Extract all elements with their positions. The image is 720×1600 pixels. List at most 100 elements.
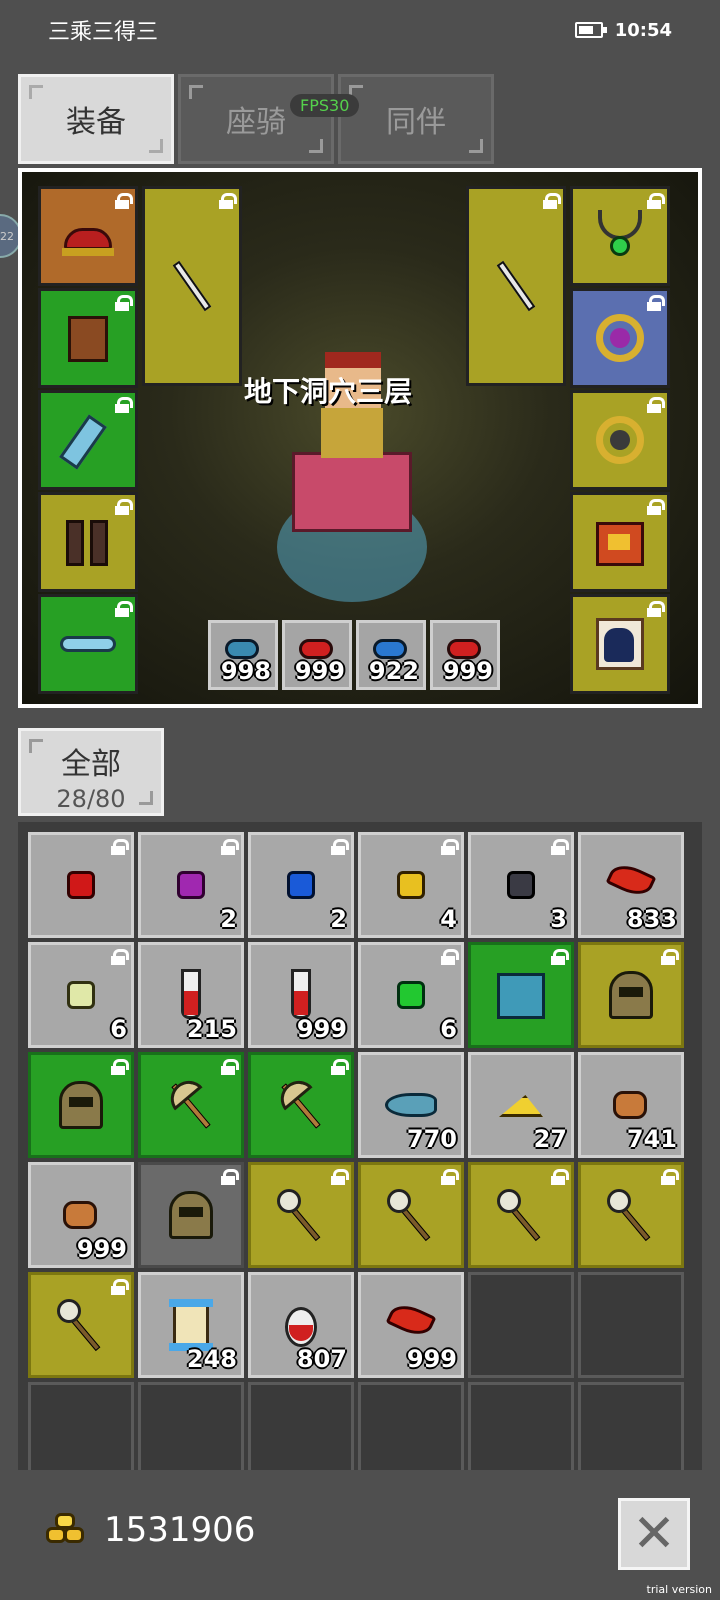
purple-gem-icon — [161, 855, 221, 915]
lock-icon — [111, 949, 129, 965]
item-count: 999 — [406, 1345, 457, 1373]
equip-slot-pet[interactable] — [570, 594, 670, 694]
red-potion-icon — [299, 639, 333, 659]
helmet-icon — [161, 1185, 221, 1245]
inventory-slot[interactable]: 807 — [248, 1272, 354, 1378]
item-count: 6 — [110, 1015, 127, 1043]
lock-icon — [441, 839, 459, 855]
item-count: 248 — [186, 1345, 237, 1373]
equip-slot-belt[interactable] — [38, 594, 138, 694]
lock-icon — [441, 1169, 459, 1185]
inventory-slot[interactable] — [358, 1162, 464, 1268]
lock-icon — [551, 839, 569, 855]
inventory-grid: 2 2 4 3 833 6 215 999 6 770 27 741 999 248 807 999 — [28, 832, 692, 1470]
item-count: 4 — [440, 905, 457, 933]
inventory-slot-empty[interactable] — [578, 1382, 684, 1470]
item-count: 2 — [330, 905, 347, 933]
axe-icon — [271, 1073, 331, 1135]
quickbar-slot-2[interactable]: 999 — [282, 620, 352, 690]
equip-slot-head[interactable] — [38, 186, 138, 286]
pale-gem-icon — [51, 965, 111, 1025]
inventory-slot[interactable] — [248, 1162, 354, 1268]
inventory-slot[interactable] — [28, 1052, 134, 1158]
inventory-slot[interactable]: 999 — [28, 1162, 134, 1268]
inventory-slot[interactable]: 6 — [358, 942, 464, 1048]
inventory-slot[interactable] — [138, 1052, 244, 1158]
inventory-slot[interactable]: 770 — [358, 1052, 464, 1158]
inventory-slot[interactable]: 999 — [358, 1272, 464, 1378]
tab-companion[interactable]: 同伴 — [338, 74, 494, 164]
inventory-slot[interactable] — [578, 942, 684, 1048]
equip-slot-weapon-right[interactable] — [466, 186, 566, 386]
equip-slot-book[interactable] — [570, 492, 670, 592]
equip-slot-legs[interactable] — [38, 492, 138, 592]
tab-bar: 装备 座骑 同伴 — [18, 74, 498, 164]
item-count: 2 — [220, 905, 237, 933]
inventory-slot-empty[interactable] — [468, 1272, 574, 1378]
equip-slot-necklace[interactable] — [570, 186, 670, 286]
inventory-slot[interactable] — [468, 942, 574, 1048]
inventory-slot[interactable] — [248, 1052, 354, 1158]
quickbar-slot-1[interactable]: 998 — [208, 620, 278, 690]
mace-icon — [381, 1185, 441, 1245]
equip-slot-arms[interactable] — [38, 390, 138, 490]
inventory-slot[interactable]: 27 — [468, 1052, 574, 1158]
lock-icon — [331, 839, 349, 855]
inventory-slot[interactable]: 4 — [358, 832, 464, 938]
inventory-slot-empty[interactable] — [28, 1382, 134, 1470]
equip-slot-body[interactable] — [38, 288, 138, 388]
equip-slot-ring-1[interactable] — [570, 288, 670, 388]
inventory-slot[interactable] — [578, 1162, 684, 1268]
inventory-slot[interactable]: 2 — [248, 832, 354, 938]
blue-gauntlet-icon — [58, 410, 118, 470]
lock-icon — [111, 839, 129, 855]
inventory-slot[interactable]: 833 — [578, 832, 684, 938]
inventory-panel: 2 2 4 3 833 6 215 999 6 770 27 741 999 248 807 999 — [18, 822, 702, 1470]
inventory-slot[interactable]: 6 — [28, 942, 134, 1048]
helmet-icon — [601, 965, 661, 1025]
status-bar: 三乘三得三 10:54 — [0, 0, 720, 60]
inventory-slot[interactable] — [28, 1272, 134, 1378]
inventory-slot[interactable] — [28, 832, 134, 938]
black-gem-icon — [491, 855, 551, 915]
scene-viewport: 地下洞穴三层 998 999 922 999 — [22, 172, 698, 704]
item-count: 215 — [186, 1015, 237, 1043]
equip-slot-ring-2[interactable] — [570, 390, 670, 490]
fps-counter: FPS30 — [290, 94, 360, 117]
tab-equipment-label: 装备 — [66, 105, 126, 140]
inventory-slot[interactable]: 741 — [578, 1052, 684, 1158]
quickbar-slot-3[interactable]: 922 — [356, 620, 426, 690]
inventory-slot[interactable] — [138, 1162, 244, 1268]
inventory-slot[interactable]: 3 — [468, 832, 574, 938]
inventory-category-tab[interactable]: 全部 28/80 — [18, 728, 164, 816]
red-gem-icon — [51, 855, 111, 915]
inventory-slot-empty[interactable] — [578, 1272, 684, 1378]
inventory-slot[interactable]: 248 — [138, 1272, 244, 1378]
necklace-icon — [590, 206, 650, 266]
green-gem-icon — [381, 965, 441, 1025]
gold-coins-icon — [46, 1513, 90, 1547]
character-scene: 地下洞穴三层 998 999 922 999 — [18, 168, 702, 708]
close-button[interactable]: ✕ — [618, 1498, 690, 1570]
inventory-slot-empty[interactable] — [468, 1382, 574, 1470]
lock-icon — [331, 1059, 349, 1075]
tab-mount[interactable]: 座骑 — [178, 74, 334, 164]
inventory-slot[interactable]: 2 — [138, 832, 244, 938]
blue-gem-icon — [271, 855, 331, 915]
inventory-slot[interactable]: 999 — [248, 942, 354, 1048]
helmet-icon — [51, 1075, 111, 1135]
blue-potion-icon — [373, 639, 407, 659]
tab-equipment[interactable]: 装备 — [18, 74, 174, 164]
inventory-slot[interactable] — [468, 1162, 574, 1268]
quickbar-slot-4[interactable]: 999 — [430, 620, 500, 690]
inventory-slot-empty[interactable] — [248, 1382, 354, 1470]
inventory-slot-empty[interactable] — [358, 1382, 464, 1470]
potion-quickbar: 998 999 922 999 — [208, 620, 504, 690]
tab-mount-label: 座骑 — [226, 105, 286, 140]
red-potion-icon — [447, 639, 481, 659]
lock-icon — [331, 1169, 349, 1185]
inventory-slot-empty[interactable] — [138, 1382, 244, 1470]
trial-watermark: trial version — [646, 1583, 712, 1596]
equip-slot-weapon-left[interactable] — [142, 186, 242, 386]
inventory-slot[interactable]: 215 — [138, 942, 244, 1048]
